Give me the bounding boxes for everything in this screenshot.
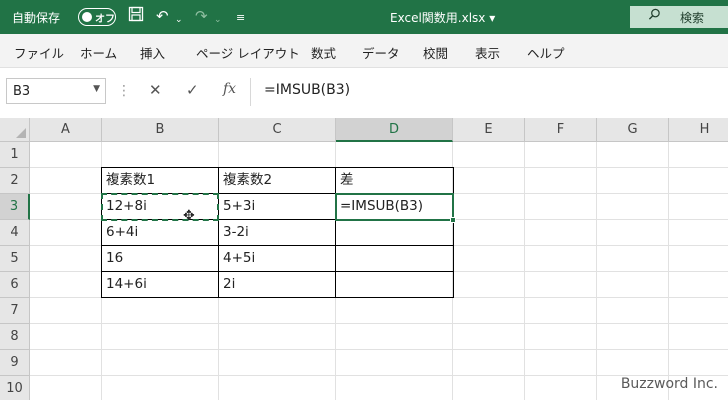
row-header-1[interactable]: 1 [0, 142, 30, 168]
cancel-icon[interactable]: ✕ [149, 81, 162, 99]
cell-c4[interactable]: 3-2i [219, 220, 335, 246]
title-bar: 自動保存 オフ ↶ ⌄ ↷ ⌄ ≡ Excel関数用.xlsx ▾ 検索 [0, 0, 728, 34]
cell-b5[interactable]: 16 [102, 246, 218, 272]
row-header-5[interactable]: 5 [0, 246, 30, 272]
formula-input[interactable]: =IMSUB(B3) [258, 78, 724, 104]
save-icon[interactable] [128, 6, 144, 27]
row-header-10[interactable]: 10 [0, 376, 30, 400]
cell-b6[interactable]: 14+6i [102, 272, 218, 298]
name-box[interactable]: B3 ▼ [6, 78, 106, 104]
tab-help[interactable]: ヘルプ [527, 43, 565, 62]
tab-page-layout[interactable]: ページ レイアウト [196, 43, 300, 62]
row-header-9[interactable]: 9 [0, 350, 30, 376]
column-header-h[interactable]: H [669, 118, 728, 142]
autosave-toggle[interactable]: オフ [78, 8, 116, 26]
redo-dropdown-icon[interactable]: ⌄ [214, 10, 222, 30]
watermark: Buzzword Inc. [620, 376, 718, 392]
cell-b4[interactable]: 6+4i [102, 220, 218, 246]
name-box-value: B3 [13, 84, 31, 99]
undo-icon[interactable]: ↶ [156, 6, 169, 26]
column-header-a[interactable]: A [30, 118, 102, 142]
vertical-dots-icon: ⋮ [117, 83, 131, 99]
redo-icon[interactable]: ↷ [195, 6, 208, 26]
search-label: 検索 [680, 11, 705, 25]
cursor-crosshair-icon: ✥ [183, 208, 195, 224]
reference-marquee [101, 193, 219, 221]
tab-view[interactable]: 表示 [475, 43, 500, 62]
column-header-f[interactable]: F [525, 118, 597, 142]
cell-c3[interactable]: 5+3i [219, 194, 335, 220]
row-header-4[interactable]: 4 [0, 220, 30, 246]
ribbon-tabs: ファイル ホーム 挿入 ページ レイアウト 数式 データ 校閲 表示 ヘルプ [0, 34, 728, 68]
column-header-b[interactable]: B [102, 118, 219, 142]
toggle-state-label: オフ [95, 14, 115, 25]
row-header-7[interactable]: 7 [0, 298, 30, 324]
tab-home[interactable]: ホーム [80, 43, 117, 62]
column-header-c[interactable]: C [219, 118, 336, 142]
row-header-3[interactable]: 3 [0, 194, 30, 220]
document-title[interactable]: Excel関数用.xlsx ▾ [390, 9, 495, 26]
search-box[interactable]: 検索 [630, 6, 728, 28]
toggle-knob [82, 12, 92, 22]
cell-d6[interactable] [336, 272, 452, 298]
chevron-down-icon[interactable]: ▼ [93, 84, 100, 94]
row-header-6[interactable]: 6 [0, 272, 30, 298]
column-header-e[interactable]: E [453, 118, 525, 142]
cell-d2[interactable]: 差 [336, 168, 452, 194]
cell-d5[interactable] [336, 246, 452, 272]
tab-review[interactable]: 校閲 [423, 43, 448, 62]
cell-c2[interactable]: 複素数2 [219, 168, 335, 194]
fill-handle[interactable] [450, 217, 456, 223]
tab-file[interactable]: ファイル [14, 43, 64, 62]
tab-formulas[interactable]: 数式 [311, 43, 336, 62]
cell-c5[interactable]: 4+5i [219, 246, 335, 272]
formula-bar: B3 ▼ ⋮ ✕ ✓ fx =IMSUB(B3) [0, 68, 728, 118]
select-all-corner[interactable] [0, 118, 30, 142]
row-header-8[interactable]: 8 [0, 324, 30, 350]
tab-data[interactable]: データ [362, 43, 400, 62]
tab-insert[interactable]: 挿入 [140, 43, 165, 62]
active-cell-outline [335, 193, 454, 221]
row-header-2[interactable]: 2 [0, 168, 30, 194]
undo-dropdown-icon[interactable]: ⌄ [175, 10, 183, 30]
customize-toolbar-icon[interactable]: ≡ [236, 8, 245, 28]
cell-b2[interactable]: 複素数1 [102, 168, 218, 194]
autosave-label: 自動保存 [12, 11, 61, 25]
formula-text: =IMSUB(B3) [264, 82, 351, 98]
search-icon [648, 8, 660, 20]
gridline [30, 349, 728, 350]
cell-d4[interactable] [336, 220, 452, 246]
column-header-g[interactable]: G [597, 118, 669, 142]
cell-c6[interactable]: 2i [219, 272, 335, 298]
formula-divider [250, 78, 251, 106]
enter-check-icon[interactable]: ✓ [186, 81, 199, 99]
column-header-d[interactable]: D [336, 118, 453, 142]
worksheet-grid[interactable]: A B C D E F G H 1 2 3 4 5 6 7 8 9 10 複素数… [0, 118, 728, 400]
gridline [30, 323, 728, 324]
insert-function-icon[interactable]: fx [223, 81, 236, 97]
